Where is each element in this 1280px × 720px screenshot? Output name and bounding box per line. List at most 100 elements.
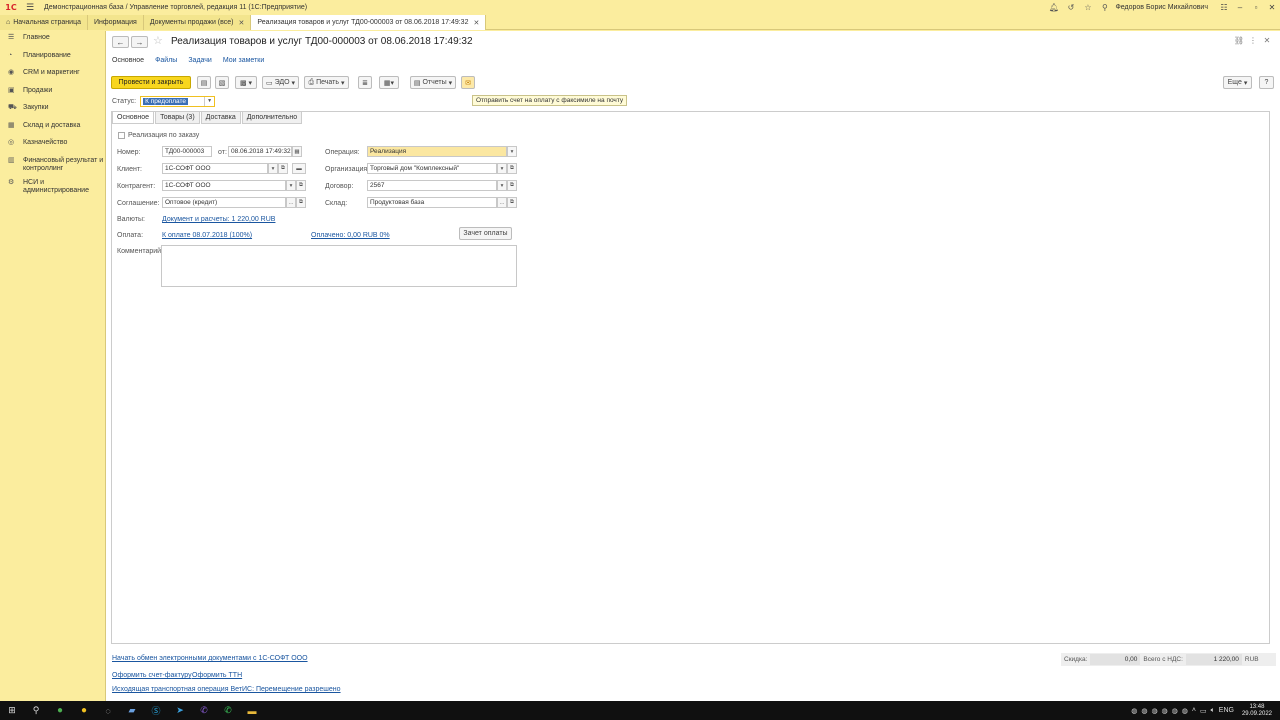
sidebar-item-warehouse[interactable]: ▦ Склад и доставка bbox=[0, 119, 105, 137]
chevron-down-icon[interactable]: ▾ bbox=[497, 163, 507, 174]
search-icon[interactable]: ⚲ bbox=[24, 701, 48, 720]
edo-button[interactable]: ▭ ЭДО ▾ bbox=[262, 76, 299, 89]
open-link-icon[interactable]: ⧉ bbox=[507, 197, 517, 208]
create-ttn-link[interactable]: Оформить ТТН bbox=[192, 672, 242, 679]
network-icon[interactable]: ▭ bbox=[1200, 707, 1207, 715]
settings-icon[interactable]: ☷ bbox=[1216, 3, 1232, 12]
maximize-icon[interactable]: ▫ bbox=[1248, 3, 1264, 12]
folder-icon[interactable]: ▬ bbox=[240, 701, 264, 720]
date-field[interactable]: 08.06.2018 17:49:32 bbox=[228, 146, 292, 157]
notes-icon[interactable]: ▰ bbox=[120, 701, 144, 720]
tab-main[interactable]: Основное bbox=[112, 112, 155, 124]
post-and-close-button[interactable]: Провести и закрыть bbox=[111, 76, 191, 89]
agreement-field[interactable]: Оптовое (кредит) bbox=[162, 197, 286, 208]
send-invoice-email-button[interactable]: ✉ bbox=[461, 76, 475, 89]
by-order-checkbox[interactable] bbox=[118, 132, 125, 139]
more-button[interactable]: Еще ▾ bbox=[1223, 76, 1252, 89]
tray-app-icon[interactable]: ◍ bbox=[1172, 707, 1178, 715]
client-field[interactable]: 1С-СОФТ ООО bbox=[162, 163, 268, 174]
paid-link[interactable]: Оплачено: 0,00 RUB 0% bbox=[311, 232, 390, 239]
contract-field[interactable]: 2567 bbox=[367, 180, 497, 191]
favorites-star-icon[interactable]: ☆ bbox=[1079, 3, 1096, 12]
open-link-icon[interactable]: ⧉ bbox=[507, 163, 517, 174]
choose-ellipsis-icon[interactable]: … bbox=[286, 197, 296, 208]
payment-schedule-link[interactable]: К оплате 08.07.2018 (100%) bbox=[162, 232, 252, 239]
number-field[interactable]: ТД00-000003 bbox=[162, 146, 212, 157]
close-form-icon[interactable]: ✕ bbox=[1260, 36, 1274, 45]
chevron-down-icon[interactable]: ▾ bbox=[497, 180, 507, 191]
tray-app-icon[interactable]: ◍ bbox=[1162, 707, 1168, 715]
help-button[interactable]: ? bbox=[1259, 76, 1274, 89]
sidebar-item-purchases[interactable]: ⛟ Закупки bbox=[0, 101, 105, 119]
bell-icon[interactable]: 🔔︎ bbox=[1045, 3, 1062, 12]
tab-home[interactable]: ⌂ Начальная страница bbox=[0, 15, 88, 30]
tab-additional[interactable]: Дополнительно bbox=[241, 112, 303, 124]
create-based-on-button[interactable]: ▩ ▾ bbox=[235, 76, 257, 89]
close-window-icon[interactable]: ✕ bbox=[1264, 3, 1280, 12]
status-select[interactable]: К предоплате ▼ bbox=[140, 96, 216, 107]
open-link-icon[interactable]: ⧉ bbox=[278, 163, 288, 174]
sidebar-item-planning[interactable]: ◔ Планирование bbox=[0, 49, 105, 67]
tab-sales-documents[interactable]: Документы продажи (все) ✕ bbox=[143, 15, 252, 30]
close-tab-icon[interactable]: ✕ bbox=[473, 19, 479, 27]
tray-app-icon[interactable]: ◍ bbox=[1151, 707, 1157, 715]
tab-delivery[interactable]: Доставка bbox=[200, 112, 241, 124]
post-button[interactable]: ▧ bbox=[215, 76, 229, 89]
calendar-icon[interactable]: ▦ bbox=[292, 146, 302, 157]
open-link-icon[interactable]: ⧉ bbox=[296, 197, 306, 208]
attachments-button[interactable]: ≣ bbox=[358, 76, 372, 89]
chevron-up-icon[interactable]: ˄ bbox=[1192, 707, 1196, 714]
telegram-icon[interactable]: ➤ bbox=[168, 701, 192, 720]
client-card-icon[interactable]: ▬ bbox=[292, 163, 306, 174]
print-button[interactable]: ⎙ Печать ▾ bbox=[304, 76, 349, 89]
1c-app-icon[interactable]: ● bbox=[72, 701, 96, 720]
create-invoice-link[interactable]: Оформить счет-фактуру bbox=[112, 672, 192, 679]
sidebar-item-financial-result[interactable]: ▥ Финансовый результат и контроллинг bbox=[0, 154, 105, 176]
close-tab-icon[interactable]: ✕ bbox=[239, 19, 245, 27]
reports-button[interactable]: ▤ Отчеты ▾ bbox=[410, 76, 456, 89]
skype-icon[interactable]: Ⓢ bbox=[144, 701, 168, 720]
tray-app-icon[interactable]: ◍ bbox=[1131, 707, 1137, 715]
tray-app-icon[interactable]: ◍ bbox=[1182, 707, 1188, 715]
start-edo-exchange-link[interactable]: Начать обмен электронными документами с … bbox=[112, 655, 308, 662]
favorite-star-icon[interactable]: ☆ bbox=[153, 34, 163, 47]
save-button[interactable]: ▤ bbox=[197, 76, 211, 89]
more-vertical-icon[interactable]: ⋮ bbox=[1246, 36, 1260, 45]
tray-app-icon[interactable]: ◍ bbox=[1141, 707, 1147, 715]
comment-textarea[interactable] bbox=[161, 245, 517, 287]
chevron-down-icon[interactable]: ▾ bbox=[507, 146, 517, 157]
sidebar-item-nsi-admin[interactable]: ⚙ НСИ и администрирование bbox=[0, 176, 105, 198]
viber-icon[interactable]: ✆ bbox=[192, 701, 216, 720]
sidebar-item-crm[interactable]: ◉ CRM и маркетинг bbox=[0, 66, 105, 84]
nav-tasks[interactable]: Задачи bbox=[188, 57, 212, 64]
choose-ellipsis-icon[interactable]: … bbox=[497, 197, 507, 208]
vetis-operation-link[interactable]: Исходящая транспортная операция ВетИС: П… bbox=[112, 686, 341, 693]
related-docs-button[interactable]: ▦▾ bbox=[379, 76, 399, 89]
volume-icon[interactable]: 🔈︎ bbox=[1211, 707, 1215, 715]
organization-field[interactable]: Торговый дом "Комплексный" bbox=[367, 163, 497, 174]
nav-main[interactable]: Основное bbox=[112, 57, 144, 64]
search-icon[interactable]: ⚲ bbox=[1096, 3, 1113, 12]
link-icon[interactable]: ⛓ bbox=[1232, 36, 1246, 45]
contractor-field[interactable]: 1С-СОФТ ООО bbox=[162, 180, 286, 191]
tab-sales-realization[interactable]: Реализация товаров и услуг ТД00-000003 о… bbox=[251, 15, 487, 30]
nav-files[interactable]: Файлы bbox=[155, 57, 177, 64]
clock[interactable]: 13:48 29.09.2022 bbox=[1242, 704, 1272, 718]
chevron-down-icon[interactable]: ▼ bbox=[204, 97, 214, 106]
open-link-icon[interactable]: ⧉ bbox=[507, 180, 517, 191]
windows-start-icon[interactable]: ⊞ bbox=[0, 701, 24, 720]
sidebar-item-sales[interactable]: ▣ Продажи bbox=[0, 84, 105, 102]
chrome-icon[interactable]: ● bbox=[48, 701, 72, 720]
operation-field[interactable]: Реализация bbox=[367, 146, 507, 157]
warehouse-field[interactable]: Продуктовая база bbox=[367, 197, 497, 208]
tab-info[interactable]: Информация bbox=[87, 15, 144, 30]
open-link-icon[interactable]: ⧉ bbox=[296, 180, 306, 191]
current-user[interactable]: Федоров Борис Михайлович bbox=[1115, 4, 1208, 11]
sidebar-item-main[interactable]: ☰ Главное bbox=[0, 31, 105, 49]
chevron-down-icon[interactable]: ▾ bbox=[268, 163, 278, 174]
minimize-icon[interactable]: – bbox=[1232, 3, 1248, 12]
history-icon[interactable]: ↺ bbox=[1062, 3, 1079, 12]
back-button[interactable]: ← bbox=[112, 36, 129, 48]
tab-goods[interactable]: Товары (3) bbox=[155, 112, 200, 124]
browser-icon[interactable]: ◌ bbox=[96, 701, 120, 720]
